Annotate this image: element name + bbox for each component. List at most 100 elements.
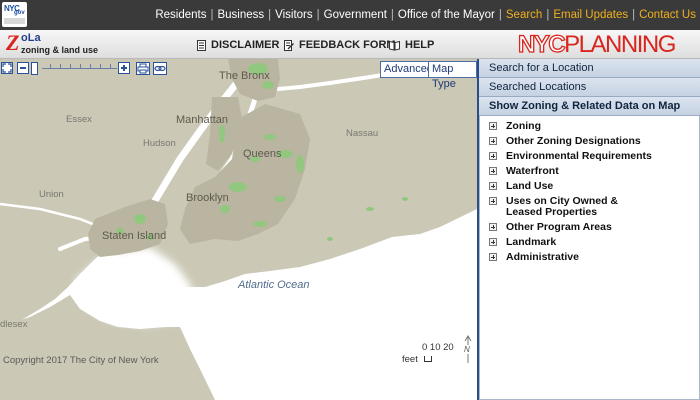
full-extent-button[interactable] <box>1 62 13 74</box>
nav-separator: | <box>210 9 214 21</box>
nav-residents[interactable]: Residents <box>155 8 206 22</box>
expand-plus-icon[interactable] <box>489 167 497 175</box>
sidebar-panel: Search for a Location Searched Locations… <box>477 59 700 400</box>
zoning-layer-list: Zoning Other Zoning Designations Environ… <box>489 121 656 267</box>
link-to-map-button[interactable] <box>153 62 167 75</box>
nav-separator: | <box>390 9 394 21</box>
basemap <box>0 59 477 400</box>
expand-plus-icon[interactable] <box>489 152 497 160</box>
help-label: HELP <box>405 39 435 51</box>
label-the-bronx: The Bronx <box>219 70 270 82</box>
map-copyright: Copyright 2017 The City of New York <box>3 355 159 366</box>
zoom-tick <box>60 64 61 69</box>
section-show-zoning-data[interactable]: Show Zoning & Related Data on Map <box>479 97 700 116</box>
label-queens: Queens <box>243 148 282 160</box>
feedback-form-link[interactable]: FEEDBACK FORM <box>284 39 396 51</box>
gov-logo-text: gov <box>14 10 25 16</box>
help-book-icon <box>389 40 400 51</box>
label-middlesex: dlesex <box>0 319 28 330</box>
document-icon <box>197 39 206 51</box>
zoom-out-button[interactable] <box>17 62 29 74</box>
feedback-form-label: FEEDBACK FORM <box>299 39 396 51</box>
expand-plus-icon[interactable] <box>489 122 497 130</box>
top-navigation-bar: NYC gov Residents | Business | Visitors … <box>0 0 700 30</box>
expand-icon <box>2 63 12 73</box>
nav-business[interactable]: Business <box>217 8 264 22</box>
layer-label: Uses on City Owned & Leased Properties <box>506 195 619 218</box>
section-search-for-location[interactable]: Search for a Location <box>479 59 700 78</box>
label-brooklyn: Brooklyn <box>186 192 229 204</box>
nav-separator: | <box>546 9 550 21</box>
disclaimer-link[interactable]: DISCLAIMER <box>197 39 279 51</box>
layer-label: Zoning <box>506 120 541 132</box>
app-header: Z oLa zoning & land use DISCLAIMER FEEDB… <box>0 30 700 59</box>
expand-plus-icon[interactable] <box>489 253 497 261</box>
nav-separator: | <box>498 9 502 21</box>
layer-land-use[interactable]: Land Use <box>489 181 656 192</box>
help-link[interactable]: HELP <box>389 39 434 51</box>
zoom-controls <box>0 61 140 77</box>
map-type-button[interactable]: Map Type <box>428 61 477 90</box>
map-canvas[interactable]: The Bronx Manhattan Queens Brooklyn Stat… <box>0 59 477 400</box>
nav-email-updates[interactable]: Email Updates <box>553 8 628 22</box>
expand-plus-icon[interactable] <box>489 182 497 190</box>
nav-contact-us[interactable]: Contact Us <box>639 8 696 22</box>
layer-other-program-areas[interactable]: Other Program Areas <box>489 222 656 233</box>
scale-bar-ticks: 0 10 20 <box>422 342 454 353</box>
layer-administrative[interactable]: Administrative <box>489 252 656 263</box>
zoom-slider-thumb[interactable] <box>31 62 38 75</box>
nyc-gov-logo[interactable]: NYC gov <box>2 2 27 27</box>
zoom-tick <box>70 64 71 69</box>
nav-separator: | <box>268 9 272 21</box>
zola-logo[interactable]: Z oLa zoning & land use <box>6 32 106 57</box>
nav-visitors[interactable]: Visitors <box>275 8 313 22</box>
nav-separator: | <box>316 9 320 21</box>
zoom-tick <box>80 64 81 69</box>
zola-logo-z: Z <box>6 30 20 55</box>
label-hudson: Hudson <box>143 138 176 149</box>
nyc-planning-logo-nyc: NYC <box>517 31 566 58</box>
layer-uses-on-city-owned-properties[interactable]: Uses on City Owned & Leased Properties <box>489 196 656 218</box>
print-map-button[interactable] <box>136 62 150 75</box>
zola-logo-subtitle: zoning & land use <box>21 45 99 55</box>
nav-government[interactable]: Government <box>324 8 387 22</box>
scale-bar-line <box>424 356 432 362</box>
layer-label: Other Zoning Designations <box>506 135 641 147</box>
minus-icon <box>20 67 26 69</box>
label-staten-island: Staten Island <box>102 230 167 242</box>
expand-plus-icon[interactable] <box>489 137 497 145</box>
label-essex: Essex <box>66 114 92 125</box>
expand-plus-icon[interactable] <box>489 238 497 246</box>
nav-search[interactable]: Search <box>506 8 542 22</box>
expand-plus-icon[interactable] <box>489 197 497 205</box>
north-arrow: N <box>463 335 473 368</box>
layer-zoning[interactable]: Zoning <box>489 121 656 132</box>
section-searched-locations[interactable]: Searched Locations <box>479 78 700 97</box>
layer-label: Other Program Areas <box>506 221 612 233</box>
zoom-in-button[interactable] <box>118 62 130 74</box>
layer-waterfront[interactable]: Waterfront <box>489 166 656 177</box>
zoom-tick <box>100 64 101 69</box>
top-nav-links: Residents | Business | Visitors | Govern… <box>155 8 696 22</box>
north-label: N <box>464 345 470 354</box>
printer-icon <box>137 63 149 74</box>
plus-icon <box>121 65 127 71</box>
nyc-planning-logo[interactable]: NYCPLANNING <box>517 31 676 58</box>
layer-label: Landmark <box>506 236 557 248</box>
label-atlantic-ocean: Atlantic Ocean <box>238 279 310 291</box>
layer-label: Environmental Requirements <box>506 150 652 162</box>
nav-office-of-mayor[interactable]: Office of the Mayor <box>398 8 495 22</box>
expand-plus-icon[interactable] <box>489 223 497 231</box>
layer-label: Waterfront <box>506 165 559 177</box>
zoom-tick <box>50 64 51 69</box>
layer-label: Land Use <box>506 180 554 192</box>
logo-tagline <box>4 18 25 24</box>
label-nassau: Nassau <box>346 128 379 139</box>
nyc-planning-logo-planning: PLANNING <box>564 31 676 58</box>
layer-environmental-requirements[interactable]: Environmental Requirements <box>489 151 656 162</box>
layer-other-zoning-designations[interactable]: Other Zoning Designations <box>489 136 656 147</box>
scale-bar-unit: feet <box>402 354 418 365</box>
zoom-tick <box>110 64 111 69</box>
layer-landmark[interactable]: Landmark <box>489 237 656 248</box>
edit-form-icon <box>284 39 294 51</box>
